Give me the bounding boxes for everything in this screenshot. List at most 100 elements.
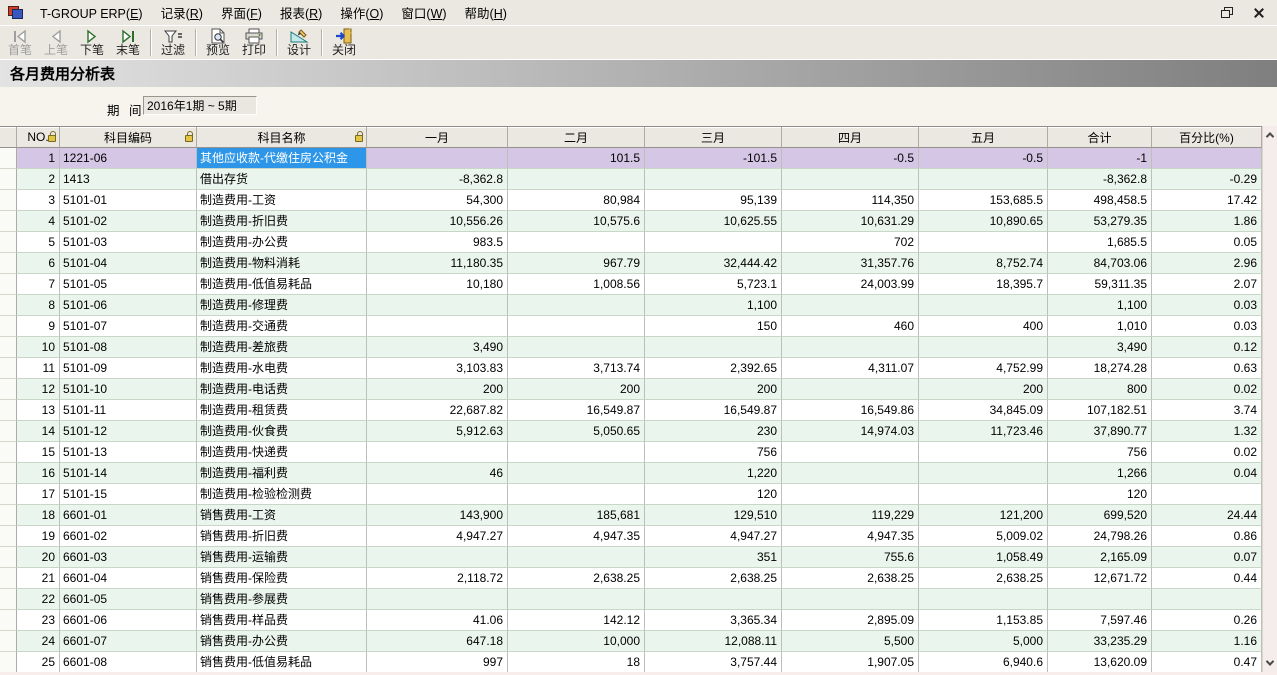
cell-m2[interactable]: 1,008.56 [508,274,645,295]
cell-m1[interactable] [367,589,508,610]
cell-m2[interactable] [508,484,645,505]
cell-m4[interactable] [782,337,919,358]
cell-code[interactable]: 1413 [60,169,197,190]
cell-pct[interactable] [1152,148,1262,169]
cell-name[interactable]: 制造费用-低值易耗品 [197,274,367,295]
next-record-button[interactable]: 下笔 [74,26,110,59]
scroll-down-button[interactable] [1263,655,1277,671]
restore-button[interactable] [1221,7,1233,19]
cell-m3[interactable] [645,232,782,253]
cell-pct[interactable]: 0.63 [1152,358,1262,379]
cell-m5[interactable]: 200 [919,379,1048,400]
cell-m2[interactable] [508,232,645,253]
cell-m4[interactable]: 24,003.99 [782,274,919,295]
cell-m4[interactable]: 755.6 [782,547,919,568]
cell-name[interactable]: 制造费用-检验检测费 [197,484,367,505]
cell-name[interactable]: 制造费用-福利费 [197,463,367,484]
cell-total[interactable]: 18,274.28 [1048,358,1152,379]
cell-no[interactable]: 24 [17,631,60,652]
cell-m2[interactable]: 200 [508,379,645,400]
cell-pct[interactable]: 0.02 [1152,379,1262,400]
row-selector-cell[interactable] [0,505,17,526]
cell-m1[interactable]: 2,118.72 [367,568,508,589]
cell-m3[interactable]: 351 [645,547,782,568]
cell-no[interactable]: 22 [17,589,60,610]
cell-m5[interactable]: 18,395.7 [919,274,1048,295]
cell-name[interactable]: 销售费用-低值易耗品 [197,652,367,672]
cell-no[interactable]: 18 [17,505,60,526]
row-selector-cell[interactable] [0,295,17,316]
cell-m3[interactable]: 756 [645,442,782,463]
cell-code[interactable]: 6601-06 [60,610,197,631]
cell-code[interactable]: 5101-15 [60,484,197,505]
cell-m2[interactable]: 5,050.65 [508,421,645,442]
row-selector-cell[interactable] [0,190,17,211]
cell-no[interactable]: 3 [17,190,60,211]
cell-total[interactable]: 3,490 [1048,337,1152,358]
minimize-button[interactable] [1189,7,1201,19]
cell-m1[interactable]: 143,900 [367,505,508,526]
row-selector-cell[interactable] [0,253,17,274]
row-selector-cell[interactable] [0,484,17,505]
cell-total[interactable]: 2,165.09 [1048,547,1152,568]
cell-no[interactable]: 17 [17,484,60,505]
cell-m3[interactable]: 5,723.1 [645,274,782,295]
cell-m4[interactable]: 460 [782,316,919,337]
exit-button[interactable]: 关闭 [326,26,362,59]
cell-m2[interactable]: 10,575.6 [508,211,645,232]
cell-name[interactable]: 销售费用-保险费 [197,568,367,589]
cell-m3[interactable]: 4,947.27 [645,526,782,547]
cell-m3[interactable]: 3,365.34 [645,610,782,631]
cell-pct[interactable]: 0.04 [1152,463,1262,484]
row-selector-cell[interactable] [0,211,17,232]
cell-m1[interactable]: 54,300 [367,190,508,211]
cell-m4[interactable] [782,589,919,610]
cell-m3[interactable] [645,169,782,190]
cell-m2[interactable] [508,295,645,316]
cell-total[interactable]: -1 [1048,148,1152,169]
cell-m4[interactable]: 702 [782,232,919,253]
cell-m4[interactable]: 2,895.09 [782,610,919,631]
cell-pct[interactable]: 2.96 [1152,253,1262,274]
cell-name[interactable]: 销售费用-运输费 [197,547,367,568]
cell-m1[interactable]: 22,687.82 [367,400,508,421]
cell-m2[interactable]: 4,947.35 [508,526,645,547]
cell-m2[interactable] [508,169,645,190]
print-button[interactable]: 打印 [236,26,272,59]
cell-m5[interactable]: 121,200 [919,505,1048,526]
cell-pct[interactable]: 3.74 [1152,400,1262,421]
cell-m1[interactable]: 3,103.83 [367,358,508,379]
cell-m5[interactable]: 4,752.99 [919,358,1048,379]
cell-no[interactable]: 15 [17,442,60,463]
cell-m1[interactable]: 10,556.26 [367,211,508,232]
cell-m2[interactable] [508,463,645,484]
first-record-button[interactable]: 首笔 [2,26,38,59]
prev-record-button[interactable]: 上笔 [38,26,74,59]
cell-total[interactable]: 53,279.35 [1048,211,1152,232]
cell-m3[interactable]: 10,625.55 [645,211,782,232]
menu-item-tgroup-erp[interactable]: T-GROUP ERP(E) [31,4,152,24]
cell-total[interactable]: 12,671.72 [1048,568,1152,589]
cell-pct[interactable]: 2.07 [1152,274,1262,295]
row-selector-cell[interactable] [0,652,17,672]
cell-pct[interactable]: 1.86 [1152,211,1262,232]
cell-name[interactable]: 制造费用-租赁费 [197,400,367,421]
cell-m4[interactable]: 10,631.29 [782,211,919,232]
cell-no[interactable]: 5 [17,232,60,253]
cell-pct[interactable]: 24.44 [1152,505,1262,526]
cell-m5[interactable]: 2,638.25 [919,568,1048,589]
row-selector-cell[interactable] [0,379,17,400]
cell-m5[interactable]: 34,845.09 [919,400,1048,421]
cell-m3[interactable]: 32,444.42 [645,253,782,274]
cell-m2[interactable] [508,547,645,568]
cell-m1[interactable]: 11,180.35 [367,253,508,274]
cell-total[interactable]: -8,362.8 [1048,169,1152,190]
cell-total[interactable]: 37,890.77 [1048,421,1152,442]
cell-code[interactable]: 5101-02 [60,211,197,232]
cell-code[interactable]: 6601-07 [60,631,197,652]
cell-m2[interactable]: 16,549.87 [508,400,645,421]
cell-m3[interactable] [645,337,782,358]
column-header-m4[interactable]: 四月 [782,127,919,148]
cell-m2[interactable]: 18 [508,652,645,672]
cell-code[interactable]: 6601-02 [60,526,197,547]
